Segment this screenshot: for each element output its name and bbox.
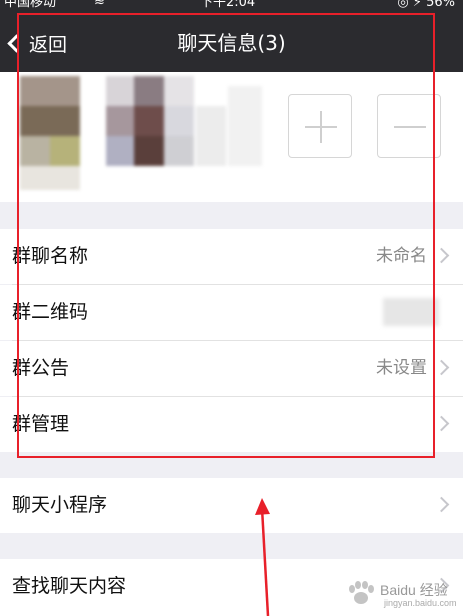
chevron-right-icon [433,496,450,513]
group-manage-label: 群管理 [12,413,70,435]
group-name-row[interactable]: 群聊名称 未命名 [0,229,463,284]
add-member-button[interactable] [288,94,352,158]
watermark-text: Baidu 经验 [380,582,448,598]
watermark-url: jingyan.baidu.com [384,598,457,608]
group-name-value: 未命名 [376,246,427,266]
mini-program-label: 聊天小程序 [12,494,108,516]
status-bar: 中国移动 ≈ 下午2:04 ◎ ⚡ 56% [0,0,463,14]
group-manage-row[interactable]: 群管理 [0,397,463,452]
member-grid [0,72,463,202]
group-notice-label: 群公告 [12,357,70,379]
paw-icon [349,581,374,604]
chevron-right-icon [433,247,450,264]
qr-code-row[interactable]: 群二维码 [0,285,463,340]
chevron-right-icon [433,415,450,432]
group-name-label: 群聊名称 [12,245,89,267]
baidu-watermark: Baidu 经验 jingyan.baidu.com [340,578,458,610]
status-time: 下午2:04 [200,0,256,10]
wifi-icon: ≈ [94,0,105,10]
qr-code-label: 群二维码 [12,301,89,323]
search-chat-label: 查找聊天内容 [12,575,127,597]
remove-member-button[interactable] [377,94,441,158]
mini-program-row[interactable]: 聊天小程序 [0,478,463,533]
battery-status: ◎ ⚡ 56% [397,0,455,10]
carrier-label: 中国移动 [4,0,57,10]
group-notice-value: 未设置 [376,358,427,378]
nav-bar: 返回 聊天信息(3) [0,14,463,72]
chevron-right-icon [433,359,450,376]
qr-code-thumbnail [383,298,439,326]
group-notice-row[interactable]: 群公告 未设置 [0,341,463,396]
page-title: 聊天信息(3) [177,31,286,55]
